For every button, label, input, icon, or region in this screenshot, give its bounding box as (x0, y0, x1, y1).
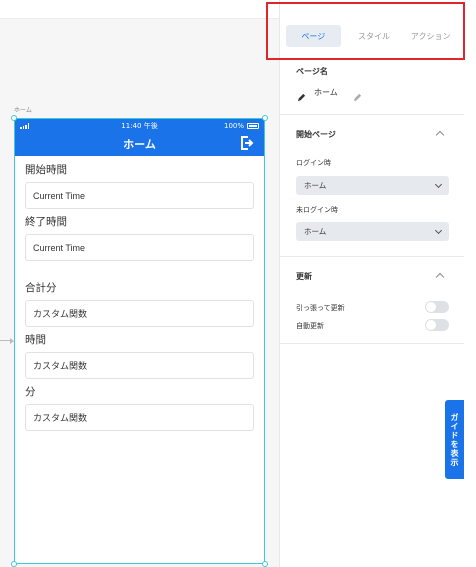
logged-out-page-select[interactable]: ホーム (296, 222, 449, 241)
logged-out-label: 未ログイン時 (296, 206, 338, 214)
chevron-down-icon (434, 180, 443, 188)
chevron-down-icon (434, 226, 443, 234)
pencil-icon (297, 87, 306, 106)
panel-tabs: ページ スタイル アクション (286, 24, 458, 48)
auto-refresh-label: 自動更新 (296, 322, 324, 330)
minutes-label: 分 (25, 386, 36, 398)
battery-icon (247, 122, 259, 129)
logout-icon[interactable] (240, 136, 254, 153)
end-time-field[interactable]: Current Time (25, 234, 254, 261)
resize-handle-top-right[interactable] (262, 115, 268, 121)
logged-in-page-value: ホーム (304, 181, 327, 190)
refresh-title: 更新 (296, 272, 312, 281)
tab-style[interactable]: スタイル (347, 25, 402, 47)
edit-page-name-icon[interactable] (353, 87, 362, 106)
show-guide-button[interactable]: ガイドを表示 (445, 400, 464, 479)
phone-content: 開始時間 Current Time 終了時間 Current Time 合計分 … (15, 156, 264, 435)
total-minutes-label: 合計分 (25, 282, 57, 294)
tab-action[interactable]: アクション (403, 25, 458, 47)
end-time-label: 終了時間 (25, 216, 67, 228)
page-name-value: ホーム (314, 88, 338, 97)
minutes-field[interactable]: カスタム関数 (25, 404, 254, 431)
page-name-title: ページ名 (296, 67, 328, 76)
screen-name-label: ホーム (14, 107, 32, 114)
divider (279, 114, 464, 115)
status-time: 11:40 午後 (121, 121, 158, 130)
start-time-label: 開始時間 (25, 164, 67, 176)
resize-handle-bottom-right[interactable] (262, 561, 268, 567)
hours-field[interactable]: カスタム関数 (25, 352, 254, 379)
total-minutes-field[interactable]: カスタム関数 (25, 300, 254, 327)
start-page-title: 開始ページ (296, 130, 336, 139)
logged-in-page-select[interactable]: ホーム (296, 176, 449, 195)
pull-to-refresh-label: 引っ張って更新 (296, 304, 345, 312)
app-header: ホーム (15, 132, 264, 156)
resize-handle-top-left[interactable] (11, 115, 17, 121)
hours-label: 時間 (25, 334, 46, 346)
phone-screen-frame[interactable]: 11:40 午後 100% ホーム 開始時間 Current Time 終了時間… (14, 118, 265, 564)
logged-out-page-value: ホーム (304, 227, 327, 236)
resize-handle-bottom-left[interactable] (11, 561, 17, 567)
properties-panel (279, 0, 476, 567)
app-header-title: ホーム (123, 138, 156, 151)
logged-in-label: ログイン時 (296, 159, 331, 167)
divider (279, 343, 464, 344)
auto-refresh-toggle[interactable] (425, 319, 449, 331)
signal-icon (20, 122, 29, 129)
tab-page[interactable]: ページ (286, 25, 341, 47)
divider (279, 256, 464, 257)
status-bar: 11:40 午後 100% (15, 119, 264, 132)
start-time-field[interactable]: Current Time (25, 182, 254, 209)
battery-percent: 100% (223, 121, 244, 130)
pull-to-refresh-toggle[interactable] (425, 301, 449, 313)
